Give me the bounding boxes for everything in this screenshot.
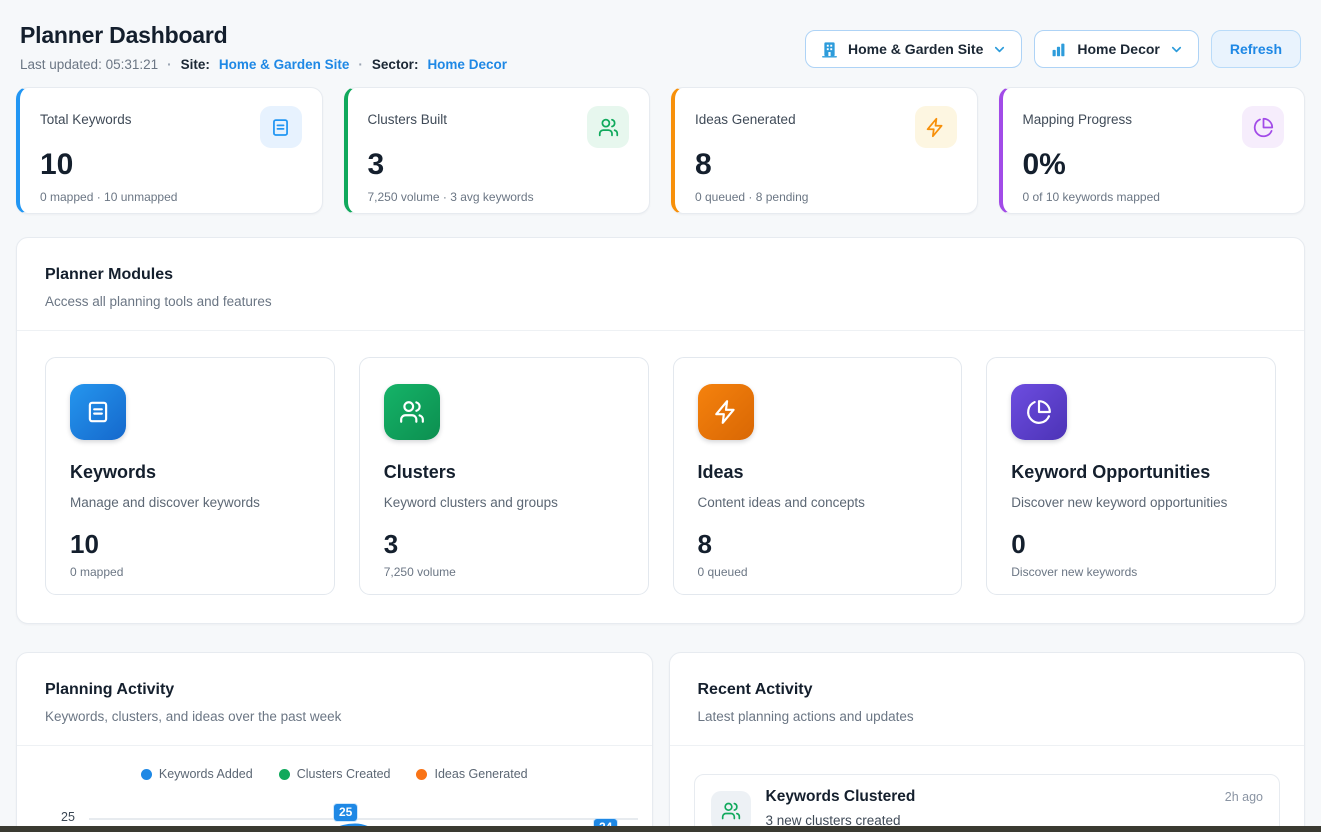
stat-value: 0% (1023, 148, 1285, 181)
section-subtitle: Latest planning actions and updates (698, 709, 1277, 724)
data-label-peak: 25 (333, 803, 358, 822)
stat-card-mapping-progress: Mapping Progress 0% 0 of 10 keywords map… (999, 87, 1306, 214)
divider (17, 745, 652, 746)
sector-selector-value: Home Decor (1077, 41, 1159, 57)
module-title: Clusters (384, 462, 624, 483)
header-left: Planner Dashboard Last updated: 05:31:21… (20, 22, 507, 72)
stat-label: Mapping Progress (1023, 112, 1133, 127)
legend-label: Ideas Generated (434, 767, 527, 781)
stat-subtext: 0 mapped · 10 unmapped (40, 190, 302, 204)
stat-subtext: 0 of 10 keywords mapped (1023, 190, 1285, 204)
refresh-button[interactable]: Refresh (1211, 30, 1301, 68)
header-controls: Home & Garden Site Home Decor Refresh (805, 30, 1301, 68)
module-card-clusters[interactable]: Clusters Keyword clusters and groups 3 7… (359, 357, 649, 595)
chart-legend: Keywords Added Clusters Created Ideas Ge… (17, 767, 652, 781)
site-selector-value: Home & Garden Site (848, 41, 983, 57)
activity-item-keywords-clustered[interactable]: Keywords Clustered 2h ago 3 new clusters… (694, 774, 1281, 832)
sector-link[interactable]: Home Decor (427, 57, 507, 72)
users-icon (384, 384, 440, 440)
legend-label: Keywords Added (159, 767, 253, 781)
page-header: Planner Dashboard Last updated: 05:31:21… (16, 22, 1305, 72)
legend-dot-icon (416, 769, 427, 780)
module-title: Keywords (70, 462, 310, 483)
stat-value: 3 (368, 148, 630, 181)
recent-activity-card: Recent Activity Latest planning actions … (669, 652, 1306, 832)
module-description: Discover new keyword opportunities (1011, 495, 1251, 510)
site-selector-dropdown[interactable]: Home & Garden Site (805, 30, 1022, 68)
stat-cards-row: Total Keywords 10 0 mapped · 10 unmapped… (16, 87, 1305, 214)
modules-grid: Keywords Manage and discover keywords 10… (17, 331, 1304, 623)
module-value: 0 (1011, 531, 1251, 557)
module-card-ideas[interactable]: Ideas Content ideas and concepts 8 0 que… (673, 357, 963, 595)
pie-chart-icon (1242, 106, 1284, 148)
section-title: Planning Activity (45, 681, 624, 699)
last-updated-text: Last updated: 05:31:21 (20, 57, 158, 72)
stat-card-ideas-generated: Ideas Generated 8 0 queued · 8 pending (671, 87, 978, 214)
meta-separator: · (167, 57, 172, 72)
section-subtitle: Access all planning tools and features (45, 294, 1276, 309)
legend-dot-icon (279, 769, 290, 780)
legend-item-ideas-generated[interactable]: Ideas Generated (416, 767, 527, 781)
stat-card-total-keywords: Total Keywords 10 0 mapped · 10 unmapped (16, 87, 323, 214)
module-description: Keyword clusters and groups (384, 495, 624, 510)
sector-selector-dropdown[interactable]: Home Decor (1034, 30, 1198, 68)
stat-value: 10 (40, 148, 302, 181)
module-title: Keyword Opportunities (1011, 462, 1251, 483)
chevron-down-icon (1169, 42, 1184, 57)
zap-icon (698, 384, 754, 440)
pie-chart-icon (1011, 384, 1067, 440)
document-icon (70, 384, 126, 440)
module-value: 8 (698, 531, 938, 557)
bottom-row: Planning Activity Keywords, clusters, an… (16, 652, 1305, 832)
building-icon (820, 40, 839, 59)
chevron-down-icon (992, 42, 1007, 57)
stat-value: 8 (695, 148, 957, 181)
stat-card-clusters-built: Clusters Built 3 7,250 volume · 3 avg ke… (344, 87, 651, 214)
module-footnote: 0 queued (698, 565, 938, 579)
legend-dot-icon (141, 769, 152, 780)
document-icon (260, 106, 302, 148)
section-title: Planner Modules (45, 266, 1276, 284)
site-label: Site: (181, 57, 210, 72)
zap-icon (915, 106, 957, 148)
bar-chart-icon (1049, 40, 1068, 59)
module-footnote: Discover new keywords (1011, 565, 1251, 579)
planning-activity-card: Planning Activity Keywords, clusters, an… (16, 652, 653, 832)
site-link[interactable]: Home & Garden Site (219, 57, 350, 72)
module-footnote: 7,250 volume (384, 565, 624, 579)
module-title: Ideas (698, 462, 938, 483)
stat-label: Total Keywords (40, 112, 132, 127)
activity-timestamp: 2h ago (1225, 790, 1263, 804)
users-icon (587, 106, 629, 148)
stat-label: Ideas Generated (695, 112, 796, 127)
section-subtitle: Keywords, clusters, and ideas over the p… (45, 709, 624, 724)
users-icon (711, 791, 751, 831)
legend-label: Clusters Created (297, 767, 391, 781)
divider (670, 745, 1305, 746)
stat-label: Clusters Built (368, 112, 448, 127)
module-description: Content ideas and concepts (698, 495, 938, 510)
legend-item-clusters-created[interactable]: Clusters Created (279, 767, 391, 781)
module-description: Manage and discover keywords (70, 495, 310, 510)
module-footnote: 0 mapped (70, 565, 310, 579)
legend-item-keywords-added[interactable]: Keywords Added (141, 767, 253, 781)
meta-separator: · (358, 57, 363, 72)
bottom-edge-bar (0, 826, 1321, 832)
header-meta: Last updated: 05:31:21 · Site: Home & Ga… (20, 57, 507, 72)
stat-subtext: 0 queued · 8 pending (695, 190, 957, 204)
module-value: 10 (70, 531, 310, 557)
module-card-keyword-opportunities[interactable]: Keyword Opportunities Discover new keywo… (986, 357, 1276, 595)
module-card-keywords[interactable]: Keywords Manage and discover keywords 10… (45, 357, 335, 595)
sector-label: Sector: (372, 57, 419, 72)
activity-title: Keywords Clustered (766, 788, 916, 806)
stat-subtext: 7,250 volume · 3 avg keywords (368, 190, 630, 204)
planner-modules-section: Planner Modules Access all planning tool… (16, 237, 1305, 624)
page-title: Planner Dashboard (20, 22, 507, 49)
section-title: Recent Activity (698, 681, 1277, 699)
planner-dashboard-page: Planner Dashboard Last updated: 05:31:21… (0, 0, 1321, 832)
module-value: 3 (384, 531, 624, 557)
